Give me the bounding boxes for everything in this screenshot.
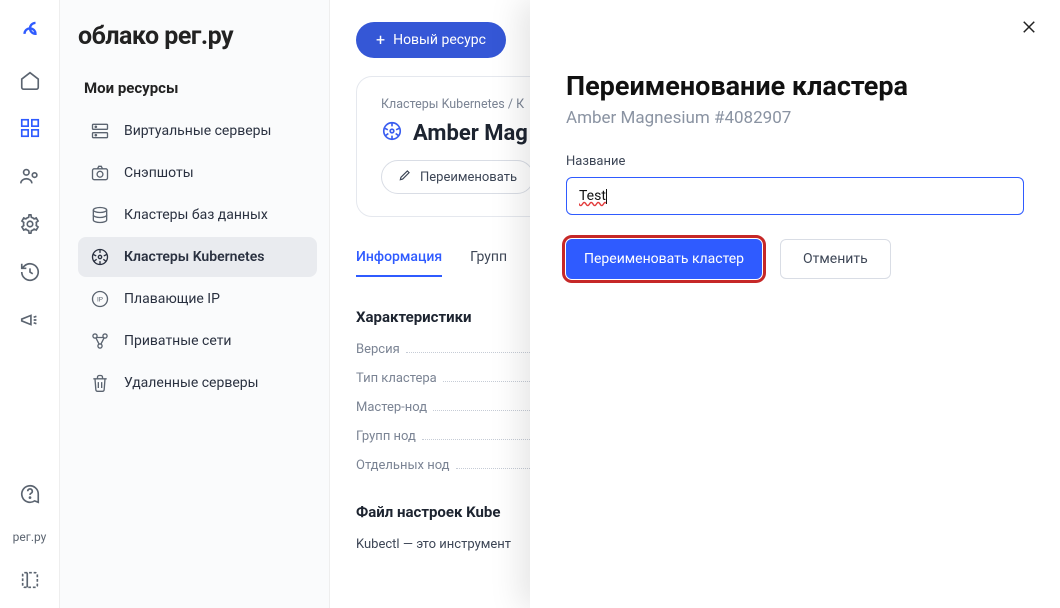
server-icon — [90, 121, 110, 141]
name-field-label: Название — [566, 154, 1024, 169]
camera-icon — [90, 163, 110, 183]
history-icon[interactable] — [18, 260, 42, 284]
tab-info[interactable]: Информация — [356, 249, 442, 277]
panel-subtitle: Amber Magnesium #4082907 — [566, 108, 1024, 128]
rename-label: Переименовать — [420, 170, 517, 185]
new-resource-label: Новый ресурс — [393, 32, 486, 48]
icon-rail: рег.ру — [0, 0, 60, 608]
sidebar: облако рег.ру Мои ресурсы Виртуальные се… — [60, 0, 330, 608]
nav-label: Кластеры Kubernetes — [124, 249, 264, 265]
database-icon — [90, 205, 110, 225]
help-icon[interactable] — [18, 482, 42, 506]
rail-brand-label: рег.ру — [13, 530, 47, 544]
nav-item-floating-ip[interactable]: IP Плавающие IP — [78, 279, 317, 319]
kubernetes-wheel-icon — [381, 120, 403, 146]
rename-button[interactable]: Переименовать — [381, 160, 534, 194]
name-input[interactable]: Test — [566, 177, 1024, 215]
logo-icon[interactable] — [18, 20, 42, 44]
new-resource-button[interactable]: + Новый ресурс — [356, 22, 506, 58]
trash-icon — [90, 373, 110, 393]
rename-panel: Переименование кластера Amber Magnesium … — [530, 0, 1060, 608]
grid-icon[interactable] — [18, 116, 42, 140]
brand-title: облако рег.ру — [78, 22, 317, 51]
cluster-title: Amber Mag — [413, 121, 528, 146]
megaphone-icon[interactable] — [18, 308, 42, 332]
nav-label: Кластеры баз данных — [124, 207, 268, 223]
network-icon — [90, 331, 110, 351]
home-icon[interactable] — [18, 68, 42, 92]
nav-item-kubernetes[interactable]: Кластеры Kubernetes — [78, 237, 317, 277]
breadcrumb-parent[interactable]: Кластеры Kubernetes — [381, 97, 505, 112]
text-caret — [606, 189, 607, 204]
svg-text:IP: IP — [97, 296, 103, 304]
ip-icon: IP — [90, 289, 110, 309]
kubernetes-icon — [90, 247, 110, 267]
nav-label: Снэпшоты — [124, 165, 194, 181]
nav-label: Виртуальные серверы — [124, 123, 271, 139]
section-title: Мои ресурсы — [78, 79, 317, 97]
nav-item-db-clusters[interactable]: Кластеры баз данных — [78, 195, 317, 235]
plus-icon: + — [376, 32, 385, 48]
nav-item-private-networks[interactable]: Приватные сети — [78, 321, 317, 361]
panel-title: Переименование кластера — [566, 70, 1024, 102]
close-icon[interactable] — [1020, 18, 1038, 40]
tab-groups[interactable]: Групп — [470, 249, 507, 277]
panel-icon[interactable] — [18, 568, 42, 592]
nav-item-virtual-servers[interactable]: Виртуальные серверы — [78, 111, 317, 151]
confirm-rename-button[interactable]: Переименовать кластер — [566, 239, 762, 279]
nav-label: Приватные сети — [124, 333, 232, 349]
people-icon[interactable] — [18, 164, 42, 188]
nav-label: Плавающие IP — [124, 291, 220, 307]
pencil-icon — [398, 168, 412, 186]
nav-item-deleted-servers[interactable]: Удаленные серверы — [78, 363, 317, 403]
nav-item-snapshots[interactable]: Снэпшоты — [78, 153, 317, 193]
gear-icon[interactable] — [18, 212, 42, 236]
nav-label: Удаленные серверы — [124, 375, 259, 391]
cancel-button[interactable]: Отменить — [780, 239, 891, 279]
